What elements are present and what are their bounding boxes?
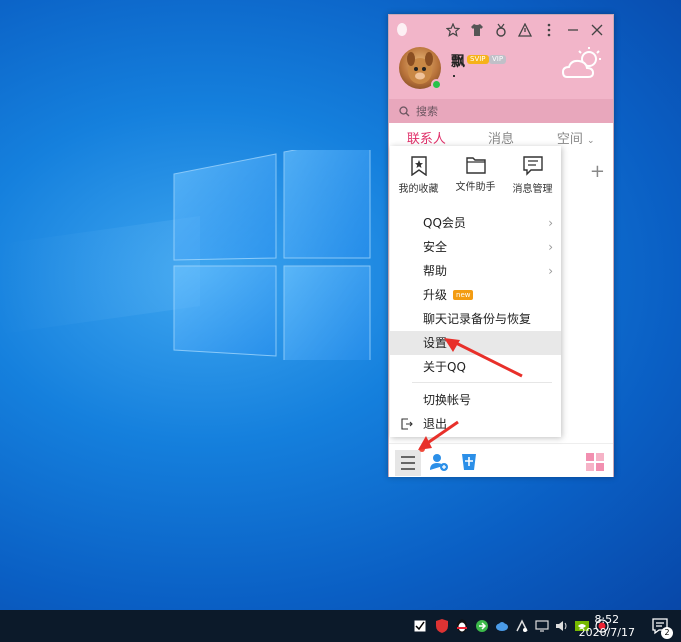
menu-item-chat-backup[interactable]: 聊天记录备份与恢复 <box>390 307 561 331</box>
app-manager-icon[interactable] <box>459 452 479 472</box>
notification-count-badge: 2 <box>661 627 673 639</box>
menu-item-security[interactable]: 安全 › <box>390 235 561 259</box>
more-dots-icon[interactable] <box>539 21 559 39</box>
green-arrow-icon[interactable] <box>474 618 490 634</box>
menu-item-settings[interactable]: 设置 <box>390 331 561 355</box>
search-icon <box>399 105 410 116</box>
qq-penguin-icon[interactable] <box>454 618 470 634</box>
menu-item-label: 升级 <box>423 288 448 302</box>
menu-item-label: QQ会员 <box>423 216 466 230</box>
clock-time: 8:52 <box>594 613 620 626</box>
system-tray <box>410 610 430 642</box>
quick-file-assistant-label: 文件助手 <box>455 182 496 193</box>
main-menu-button[interactable] <box>395 450 421 476</box>
new-badge: new <box>453 290 474 300</box>
chevron-right-icon: › <box>548 240 553 254</box>
menu-item-label: 切换帐号 <box>423 393 472 407</box>
quick-file-assistant[interactable]: 文件助手 <box>447 156 504 206</box>
chevron-right-icon: › <box>548 264 553 278</box>
quick-favorites-label: 我的收藏 <box>398 184 439 195</box>
menu-item-label: 帮助 <box>423 264 448 278</box>
main-menu-popup: 我的收藏 文件助手 消息管理 QQ会员 › 安全 › 帮助 › 升级 new 聊天记录备… <box>390 146 561 437</box>
shirt-skin-icon[interactable] <box>467 21 487 39</box>
folder-icon <box>465 157 486 174</box>
windows-logo <box>173 150 371 360</box>
quick-actions: 我的收藏 文件助手 消息管理 <box>390 156 561 206</box>
vip-badge[interactable]: VIP <box>489 55 507 64</box>
menu-item-label: 聊天记录备份与恢复 <box>423 312 532 326</box>
chevron-right-icon: › <box>548 216 553 230</box>
menu-item-label: 关于QQ <box>423 360 466 374</box>
signature-placeholder[interactable] <box>453 75 455 77</box>
network-tool-icon[interactable] <box>514 618 530 634</box>
menu-item-label: 安全 <box>423 240 448 254</box>
title-bar-buttons <box>439 21 607 39</box>
add-friend-icon[interactable] <box>429 452 449 472</box>
quick-message-manager[interactable]: 消息管理 <box>504 156 561 206</box>
cloud-sync-icon[interactable] <box>494 618 510 634</box>
tray-checkbox-icon[interactable] <box>412 618 428 634</box>
star-icon[interactable] <box>443 21 463 39</box>
taskbar-clock[interactable]: 8:52 2020/7/17 <box>579 613 635 639</box>
notification-dot <box>419 446 425 452</box>
search-bar[interactable]: 搜索 <box>389 99 613 123</box>
volume-icon[interactable] <box>554 618 570 634</box>
star-bookmark-icon <box>410 156 427 176</box>
medal-icon[interactable] <box>491 21 511 39</box>
menu-item-about[interactable]: 关于QQ <box>390 355 561 379</box>
weather-cloud-sun-icon[interactable] <box>561 45 605 83</box>
close-icon[interactable] <box>587 21 607 39</box>
add-plus-icon[interactable]: + <box>590 161 605 182</box>
menu-item-help[interactable]: 帮助 › <box>390 259 561 283</box>
menu-item-switch-account[interactable]: 切换帐号 <box>390 388 561 412</box>
chevron-down-icon: ⌄ <box>586 136 595 146</box>
shield-icon[interactable] <box>434 618 450 634</box>
quick-favorites[interactable]: 我的收藏 <box>390 156 447 206</box>
qq-header: 飘 SVIP VIP <box>389 15 613 99</box>
minimize-icon[interactable] <box>563 21 583 39</box>
menu-item-label: 设置 <box>423 336 448 350</box>
menu-item-upgrade[interactable]: 升级 new <box>390 283 561 307</box>
message-box-icon <box>522 156 543 176</box>
svip-badge[interactable]: SVIP <box>467 55 489 64</box>
menu-item-exit[interactable]: 退出 <box>390 412 561 436</box>
taskbar: 8:52 2020/7/17 2 <box>0 610 681 642</box>
light-beam <box>0 215 200 335</box>
online-status-dot[interactable] <box>431 79 442 90</box>
quick-message-manager-label: 消息管理 <box>512 184 553 195</box>
qq-logo-icon <box>397 23 407 36</box>
warning-triangle-icon[interactable] <box>515 21 535 39</box>
display-icon[interactable] <box>534 618 550 634</box>
exit-icon <box>401 418 413 430</box>
menu-item-label: 退出 <box>423 417 448 431</box>
search-input[interactable]: 搜索 <box>416 103 438 119</box>
menu-item-qq-vip[interactable]: QQ会员 › <box>390 211 561 235</box>
clock-date: 2020/7/17 <box>578 626 635 639</box>
nickname[interactable]: 飘 <box>451 51 465 71</box>
app-grid-icon[interactable] <box>585 452 605 472</box>
tab-space-label: 空间 <box>556 132 583 147</box>
bottom-toolbar <box>389 443 613 477</box>
menu-divider <box>412 382 552 383</box>
